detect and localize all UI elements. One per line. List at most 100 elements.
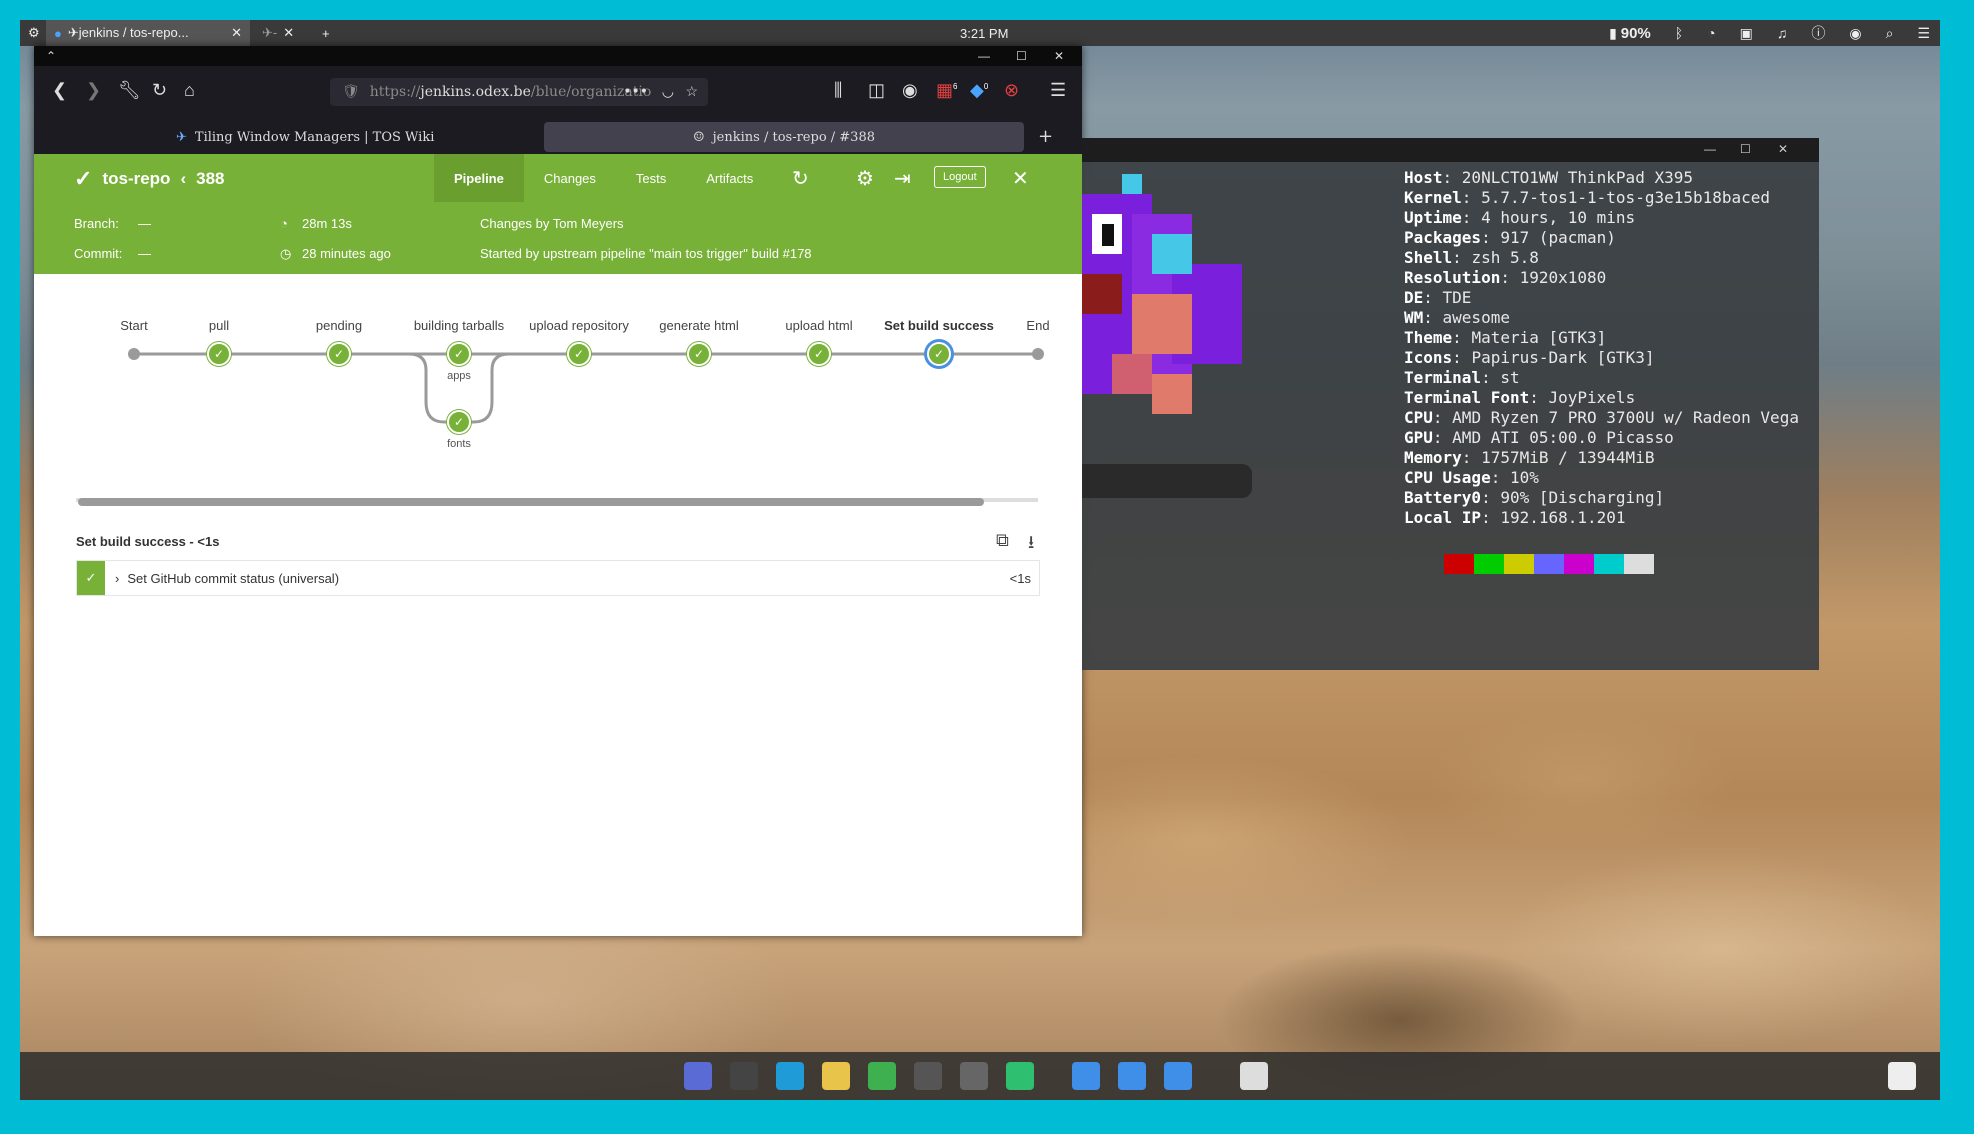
close-icon[interactable]: ✕: [1012, 166, 1029, 191]
menu-list-icon[interactable]: ☰: [1917, 25, 1930, 42]
gear-icon[interactable]: ⚙: [20, 20, 48, 46]
duration-icon: ◔: [280, 216, 288, 231]
close-window-button[interactable]: ✕: [1778, 142, 1788, 156]
extension-red-icon[interactable]: ▦6: [936, 80, 957, 101]
color-swatch: [1564, 554, 1594, 574]
files-icon[interactable]: [822, 1062, 850, 1090]
terminal-icon[interactable]: [730, 1062, 758, 1090]
success-check-icon: ✓: [77, 561, 105, 595]
music-icon[interactable]: [868, 1062, 896, 1090]
recycle-icon[interactable]: [1240, 1062, 1268, 1090]
image-viewer-icon[interactable]: [1006, 1062, 1034, 1090]
close-icon[interactable]: ✕: [283, 25, 294, 41]
chevron-left-icon: ‹: [180, 169, 187, 188]
minimize-button[interactable]: —: [978, 49, 990, 63]
forward-arrow-icon[interactable]: ❯: [86, 80, 101, 101]
chevron-right-icon[interactable]: ›: [115, 571, 119, 586]
rerun-icon[interactable]: ↻: [792, 166, 809, 191]
stage-label-end: End: [1026, 318, 1050, 333]
stage-node-fonts[interactable]: ✓: [447, 410, 471, 434]
stage-label-building-tarballs: building tarballs: [413, 318, 505, 333]
neofetch-separator: :: [1461, 188, 1482, 207]
more-dots-icon[interactable]: •••: [623, 84, 648, 100]
logout-button[interactable]: Logout: [934, 166, 986, 188]
library-icon[interactable]: ⫼: [834, 80, 842, 101]
tab-changes[interactable]: Changes: [524, 154, 616, 202]
home-folder-icon[interactable]: [1072, 1062, 1100, 1090]
music-note-icon[interactable]: ♫: [1777, 25, 1788, 41]
open-classic-icon[interactable]: ⇥: [894, 166, 911, 191]
vscode-icon[interactable]: [776, 1062, 804, 1090]
sidebar-icon[interactable]: ◫: [868, 80, 885, 101]
new-tab-button[interactable]: +: [1038, 126, 1053, 147]
neofetch-key: CPU: [1404, 408, 1433, 427]
stage-label-upload-html: upload html: [785, 318, 853, 333]
neofetch-separator: :: [1461, 208, 1482, 227]
neofetch-separator: :: [1481, 488, 1501, 507]
neofetch-value: 1920x1080: [1519, 268, 1607, 287]
downloads-folder-icon[interactable]: [1164, 1062, 1192, 1090]
tab-pipeline[interactable]: Pipeline: [434, 154, 524, 202]
avatar-icon[interactable]: [960, 1062, 988, 1090]
taskbar-tab-jenkins[interactable]: ● ✈jenkins / tos-repo... ✕: [46, 20, 250, 46]
taskbar-tab-second[interactable]: ✈- ✕: [254, 20, 310, 46]
tab-artifacts[interactable]: Artifacts: [686, 154, 773, 202]
extension-blue-icon[interactable]: ◆0: [970, 80, 988, 101]
layout-icon[interactable]: [1888, 1062, 1916, 1090]
gear-icon[interactable]: ⚙: [856, 166, 874, 191]
neofetch-line: Packages: 917 (pacman): [1404, 228, 1799, 248]
build-info: Branch: — Commit: — ◔ 28m 13s ◷ 28 minut…: [34, 202, 1082, 274]
color-swatch: [1474, 554, 1504, 574]
stage-node-apps[interactable]: ✓: [447, 342, 471, 366]
account-icon[interactable]: ◉: [902, 80, 918, 101]
back-arrow-icon[interactable]: ❮: [52, 80, 67, 101]
tab-tests[interactable]: Tests: [616, 154, 686, 202]
stage-label-upload-repository: upload repository: [529, 318, 629, 333]
maximize-button[interactable]: ☐: [1740, 142, 1751, 156]
clock[interactable]: 3:21 PM: [960, 26, 1008, 41]
tab-jenkins[interactable]: ☺ jenkins / tos-repo / #388: [544, 122, 1024, 152]
hamburger-menu-icon[interactable]: ☰: [1050, 80, 1066, 101]
neofetch-separator: :: [1423, 288, 1443, 307]
home-icon[interactable]: ⌂: [184, 80, 195, 101]
horizontal-scrollbar[interactable]: [78, 498, 984, 506]
step-row[interactable]: ✓ › Set GitHub commit status (universal)…: [76, 560, 1040, 596]
jenkins-header: ✓ tos-repo ‹ 388 Pipeline Changes Tests …: [34, 154, 1082, 202]
neofetch-key: Host: [1404, 168, 1443, 187]
documents-folder-icon[interactable]: [1118, 1062, 1146, 1090]
maximize-button[interactable]: ☐: [1016, 49, 1027, 63]
close-icon[interactable]: ✕: [231, 25, 242, 41]
download-icon[interactable]: ⭳: [1028, 530, 1034, 560]
pocket-icon[interactable]: ◡: [662, 84, 674, 100]
neofetch-separator: :: [1452, 328, 1472, 347]
stage-node-upload-repository[interactable]: ✓: [567, 342, 591, 366]
chevron-up-icon[interactable]: ⌃: [46, 49, 56, 63]
wifi-icon[interactable]: ◔: [1707, 25, 1715, 41]
info-icon[interactable]: ⓘ: [1811, 23, 1825, 43]
url-bar[interactable]: 🛡︎ https://jenkins.odex.be/blue/organiza…: [330, 78, 708, 106]
stage-node-upload-html[interactable]: ✓: [807, 342, 831, 366]
new-tab-plus-icon[interactable]: +: [314, 20, 338, 46]
stage-node-set-build-success[interactable]: ✓: [927, 342, 951, 366]
screenshot-icon[interactable]: ▣: [1740, 25, 1753, 42]
close-window-button[interactable]: ✕: [1054, 49, 1064, 63]
neofetch-key: Resolution: [1404, 268, 1501, 287]
stage-node-pending[interactable]: ✓: [327, 342, 351, 366]
battery-indicator[interactable]: ▮ 90%: [1609, 25, 1651, 42]
bluetooth-icon[interactable]: ᛒ: [1675, 25, 1683, 41]
open-external-icon[interactable]: ⧉: [996, 530, 1009, 551]
tab-tos-wiki[interactable]: ✈ Tiling Window Managers | TOS Wiki: [164, 122, 446, 152]
bookmark-star-icon[interactable]: ☆: [685, 84, 698, 100]
stage-node-pull[interactable]: ✓: [207, 342, 231, 366]
ublock-icon[interactable]: ⊗: [1004, 80, 1019, 101]
gamepad-icon[interactable]: [914, 1062, 942, 1090]
record-icon[interactable]: ◉: [1849, 25, 1861, 42]
compass-icon[interactable]: [684, 1062, 712, 1090]
reload-icon[interactable]: ↻: [152, 80, 167, 101]
stage-node-generate-html[interactable]: ✓: [687, 342, 711, 366]
wrench-icon[interactable]: 🔧︎: [118, 80, 141, 101]
repo-name[interactable]: tos-repo: [102, 169, 170, 189]
neofetch-separator: :: [1452, 248, 1472, 267]
search-icon[interactable]: ⌕: [1886, 25, 1894, 42]
minimize-button[interactable]: —: [1704, 142, 1716, 156]
